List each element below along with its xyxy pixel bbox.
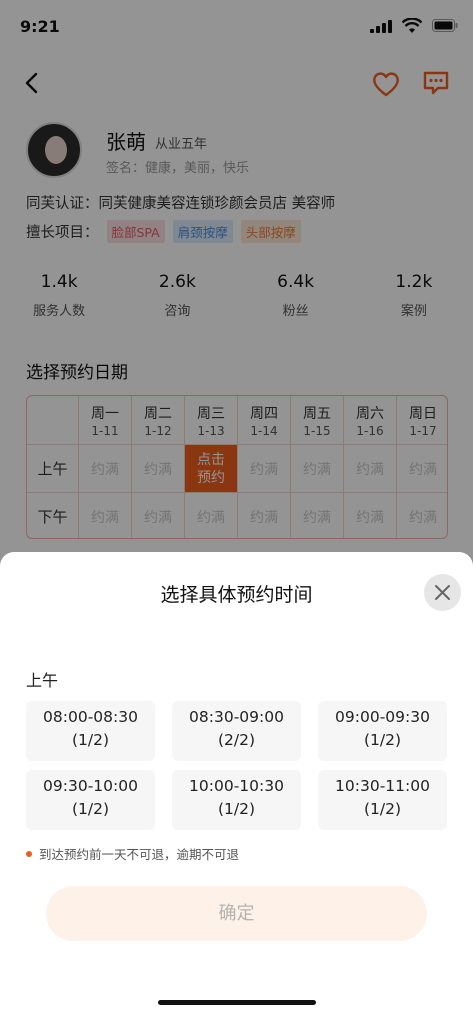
slot-time: 09:00-09:30 (335, 708, 430, 726)
slot-time: 10:00-10:30 (189, 777, 284, 795)
bullet-dot-icon (26, 850, 32, 857)
slot-count: (1/2) (217, 800, 256, 818)
slot-time: 10:30-11:00 (335, 777, 430, 795)
close-button[interactable] (424, 574, 461, 611)
period-label: 上午 (26, 671, 59, 690)
refund-note-text: 到达预约前一天不可退，逾期不可退 (39, 847, 240, 862)
slot-count: (1/2) (71, 731, 110, 749)
slot-time: 08:00-08:30 (43, 708, 138, 726)
time-slot[interactable]: 09:00-09:30 (1/2) (318, 701, 447, 761)
time-slot[interactable]: 10:00-10:30 (1/2) (172, 770, 301, 830)
time-slot[interactable]: 08:00-08:30 (1/2) (26, 701, 155, 761)
sheet-title: 选择具体预约时间 (160, 584, 313, 606)
confirm-button[interactable]: 确定 (46, 886, 427, 941)
time-slot[interactable]: 09:30-10:00 (1/2) (26, 770, 155, 830)
close-icon (435, 585, 450, 600)
slot-count: (1/2) (363, 800, 402, 818)
slot-count: (1/2) (71, 800, 110, 818)
slot-time: 09:30-10:00 (43, 777, 138, 795)
time-picker-sheet: 选择具体预约时间 上午 08:00-08:30 (1/2) 08:30-09:0… (0, 552, 473, 1024)
slot-time: 08:30-09:00 (189, 708, 284, 726)
slot-count: (1/2) (363, 731, 402, 749)
refund-note: 到达预约前一天不可退，逾期不可退 (26, 844, 239, 863)
time-slot[interactable]: 08:30-09:00 (2/2) (172, 701, 301, 761)
slot-count: (2/2) (217, 731, 256, 749)
time-slot[interactable]: 10:30-11:00 (1/2) (318, 770, 447, 830)
home-indicator (158, 1000, 316, 1005)
